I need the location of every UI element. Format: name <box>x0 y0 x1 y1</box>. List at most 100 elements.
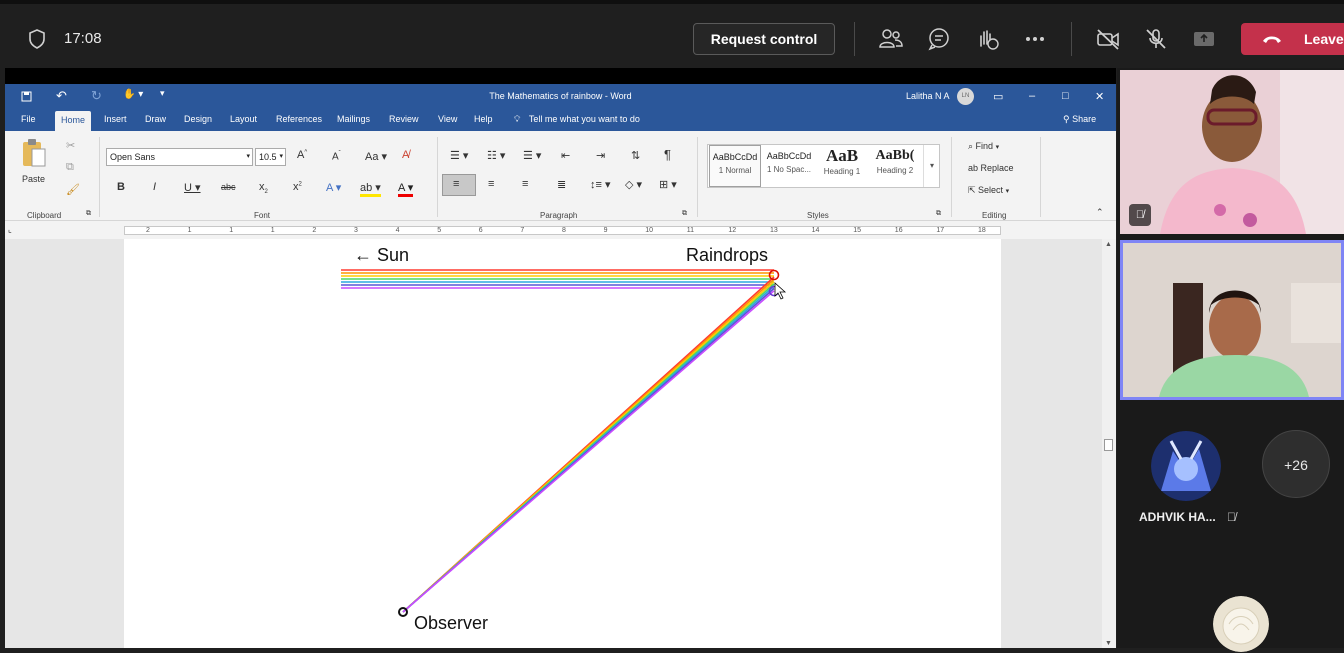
shading-icon[interactable]: ◇ ▾ <box>625 178 642 191</box>
word-title-bar: ↶ ↻ ✋ ▾ ▾ The Mathematics of rainbow - W… <box>5 84 1116 109</box>
bold-icon[interactable]: B <box>117 181 125 193</box>
copy-icon[interactable]: ⧉ <box>66 161 74 174</box>
participant-video-tile[interactable]: 🎙̸ <box>1120 70 1344 234</box>
horizontal-sun-rays <box>341 269 774 289</box>
tab-selector-icon[interactable]: ⌞ <box>8 225 12 234</box>
align-center-icon[interactable]: ≡ <box>488 178 494 190</box>
tell-me-search[interactable]: 💡︎ Tell me what you want to do <box>514 114 640 125</box>
ruler-number: 17 <box>936 227 945 234</box>
scroll-thumb[interactable] <box>1104 439 1113 451</box>
ribbon-display-icon[interactable]: ▭ <box>993 90 1003 103</box>
tab-file[interactable]: File <box>21 114 36 124</box>
diagonal-rays <box>402 276 775 613</box>
find-button[interactable]: ⌕ Find ▾ <box>968 141 999 152</box>
participant-avatar[interactable] <box>1151 431 1221 501</box>
tab-help[interactable]: Help <box>474 114 493 124</box>
tab-view[interactable]: View <box>438 114 457 124</box>
font-name-input[interactable]: Open Sans ▾ <box>106 148 253 166</box>
tab-draw[interactable]: Draw <box>145 114 166 124</box>
sort-icon[interactable]: ⇅ <box>631 149 640 162</box>
dialog-launcher-icon[interactable]: ⧉ <box>86 210 91 218</box>
participant-video-tile-active[interactable] <box>1120 240 1344 400</box>
shrink-font-icon[interactable]: Aˇ <box>332 151 341 162</box>
raindrop-top-marker <box>768 269 780 281</box>
styles-gallery: AaBbCcDd 1 Normal AaBbCcDd 1 No Spac... … <box>707 144 940 188</box>
numbering-icon[interactable]: ☷ ▾ <box>487 149 505 162</box>
more-options-icon[interactable] <box>1022 26 1048 52</box>
highlight-icon[interactable]: ab ▾ <box>360 181 381 197</box>
underline-icon[interactable]: U ▾ <box>184 181 201 194</box>
select-button[interactable]: ⇱ Select ▾ <box>968 185 1009 196</box>
format-painter-icon[interactable]: 🖌︎ <box>66 183 80 196</box>
show-paragraph-marks-icon[interactable]: ¶ <box>664 147 671 162</box>
strikethrough-icon[interactable]: abc <box>221 182 236 192</box>
tab-layout[interactable]: Layout <box>230 114 257 124</box>
chat-icon[interactable] <box>926 26 952 52</box>
borders-icon[interactable]: ⊞ ▾ <box>659 178 677 191</box>
mic-off-icon[interactable] <box>1143 26 1169 52</box>
paste-label[interactable]: Paste <box>22 174 45 184</box>
tab-review[interactable]: Review <box>389 114 419 124</box>
style-normal[interactable]: AaBbCcDd 1 Normal <box>709 145 761 187</box>
dialog-launcher-icon[interactable]: ⧉ <box>936 210 941 218</box>
collapse-ribbon-icon[interactable]: ⌃ <box>1096 207 1104 218</box>
justify-icon[interactable]: ≣ <box>557 178 566 191</box>
tab-references[interactable]: References <box>276 114 322 124</box>
scroll-down-icon[interactable]: ▼ <box>1105 640 1112 647</box>
tab-home[interactable]: Home <box>55 111 92 131</box>
grow-font-icon[interactable]: A^ <box>297 149 307 161</box>
decrease-indent-icon[interactable]: ⇤ <box>561 149 570 162</box>
ruler-number: 5 <box>437 227 442 234</box>
mic-off-icon: 🎙̸ <box>1227 510 1237 524</box>
tell-me-label: Tell me what you want to do <box>528 114 640 124</box>
share-button[interactable]: ⚲ Share <box>1063 114 1096 125</box>
observer-label: Observer <box>414 613 488 633</box>
style-no-spacing[interactable]: AaBbCcDd 1 No Spac... <box>763 145 815 187</box>
increase-indent-icon[interactable]: ⇥ <box>596 149 605 162</box>
ruler-number: 2 <box>312 227 317 234</box>
leave-button[interactable]: Leave <box>1241 23 1344 55</box>
style-heading-2[interactable]: AaBb( Heading 2 <box>869 145 921 187</box>
account-avatar[interactable]: LN <box>957 88 974 105</box>
people-icon[interactable] <box>878 26 904 52</box>
ruler-number: 7 <box>520 227 525 234</box>
maximize-icon[interactable]: □ <box>1062 90 1069 102</box>
font-color-icon[interactable]: A ▾ <box>398 181 414 197</box>
superscript-icon[interactable]: x2 <box>293 181 302 193</box>
camera-off-icon[interactable] <box>1095 26 1121 52</box>
document-page[interactable]: ← Sun Raindrops Observer <box>124 239 1001 648</box>
align-right-icon[interactable]: ≡ <box>522 178 528 190</box>
tab-design[interactable]: Design <box>184 114 212 124</box>
scroll-up-icon[interactable]: ▲ <box>1105 241 1112 248</box>
word-window: ↶ ↻ ✋ ▾ ▾ The Mathematics of rainbow - W… <box>5 84 1116 648</box>
ruler-number: 15 <box>853 227 861 234</box>
account-name[interactable]: Lalitha N A <box>906 91 950 101</box>
dialog-launcher-icon[interactable]: ⧉ <box>682 210 687 218</box>
more-participants-button[interactable]: +26 <box>1262 430 1330 498</box>
styles-more-icon[interactable]: ▾ <box>923 145 940 187</box>
cut-icon[interactable]: ✂ <box>66 139 75 152</box>
line-spacing-icon[interactable]: ↕≡ ▾ <box>590 178 611 191</box>
close-icon[interactable]: ✕ <box>1095 90 1104 103</box>
text-effects-icon[interactable]: A ▾ <box>326 181 341 194</box>
subscript-icon[interactable]: x2 <box>259 181 268 195</box>
share-screen-icon[interactable] <box>1191 26 1217 52</box>
request-control-button[interactable]: Request control <box>693 23 835 55</box>
minimize-icon[interactable]: – <box>1029 90 1035 102</box>
group-divider <box>437 137 438 217</box>
clear-formatting-icon[interactable]: A̸ <box>402 149 409 161</box>
change-case-icon[interactable]: Aa ▾ <box>365 150 387 163</box>
react-icon[interactable] <box>974 26 1000 52</box>
bullets-icon[interactable]: ☰ ▾ <box>450 149 468 162</box>
replace-button[interactable]: ab Replace <box>968 163 1014 173</box>
style-heading-1[interactable]: AaB Heading 1 <box>816 145 868 187</box>
font-size-input[interactable]: 10.5 ▾ <box>255 148 286 166</box>
tab-mailings[interactable]: Mailings <box>337 114 370 124</box>
participant-avatar[interactable] <box>1213 596 1269 652</box>
multilevel-list-icon[interactable]: ☰ ▾ <box>523 149 541 162</box>
paste-icon[interactable] <box>21 138 47 168</box>
tab-insert[interactable]: Insert <box>104 114 127 124</box>
group-paragraph-label: Paragraph <box>540 211 578 220</box>
vertical-scrollbar[interactable]: ▲ ▼ <box>1102 239 1116 648</box>
italic-icon[interactable]: I <box>153 181 156 193</box>
